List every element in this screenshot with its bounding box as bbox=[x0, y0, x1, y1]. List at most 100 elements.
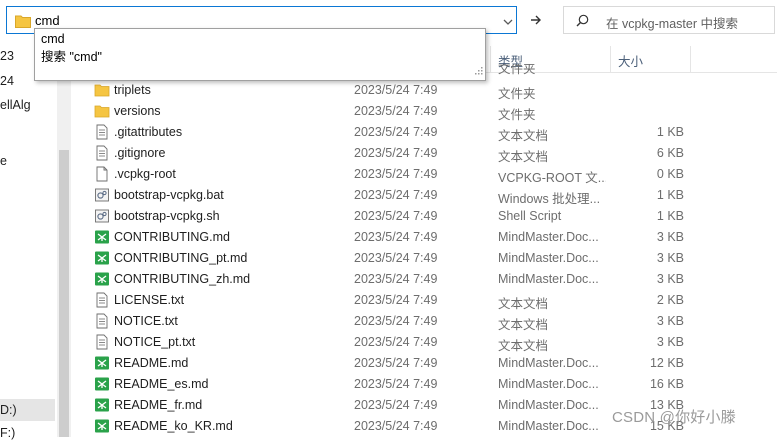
search-placeholder: 在 vcpkg-master 中搜索 bbox=[606, 17, 738, 31]
file-name: CONTRIBUTING.md bbox=[114, 230, 230, 244]
file-size: 0 KB bbox=[656, 167, 684, 181]
file-type: 文本文档 bbox=[498, 339, 549, 353]
folder-icon bbox=[94, 82, 110, 98]
file-date: 2023/5/24 7:49 bbox=[354, 104, 438, 118]
autocomplete-item[interactable]: 搜索 "cmd" bbox=[41, 49, 102, 66]
text-file-icon bbox=[94, 145, 110, 161]
file-date: 2023/5/24 7:49 bbox=[354, 188, 438, 202]
nav-item-drive[interactable]: D:) bbox=[0, 400, 17, 420]
nav-scrollbar-thumb[interactable] bbox=[59, 150, 69, 437]
file-date: 2023/5/24 7:49 bbox=[354, 419, 438, 433]
nav-item[interactable]: ellAlg bbox=[0, 95, 31, 115]
file-size: 3 KB bbox=[656, 335, 684, 349]
file-row[interactable]: bootstrap-vcpkg.sh 2023/5/24 7:49 Shell Sc… bbox=[72, 206, 777, 227]
file-date: 2023/5/24 7:49 bbox=[354, 293, 438, 307]
nav-item-drive[interactable]: F:) bbox=[0, 423, 15, 443]
address-input[interactable] bbox=[35, 11, 475, 29]
file-size: 12 KB bbox=[649, 356, 684, 370]
file-name: README_es.md bbox=[114, 377, 209, 391]
file-row[interactable]: CONTRIBUTING_zh.md 2023/5/24 7:49 MindMast… bbox=[72, 269, 777, 290]
file-type: 文本文档 bbox=[498, 318, 549, 332]
file-type: Shell Script bbox=[498, 209, 562, 223]
file-name: README.md bbox=[114, 356, 189, 370]
mindmaster-file-icon bbox=[94, 397, 110, 413]
text-file-icon bbox=[94, 334, 110, 350]
file-type: MindMaster.Doc... bbox=[498, 377, 599, 391]
file-date: 2023/5/24 7:49 bbox=[354, 251, 438, 265]
file-row[interactable]: triplets 2023/5/24 7:49 文件夹 bbox=[72, 80, 777, 101]
file-name: NOTICE.txt bbox=[114, 314, 178, 328]
file-name: bootstrap-vcpkg.sh bbox=[114, 209, 220, 223]
file-date: 2023/5/24 7:49 bbox=[354, 335, 438, 349]
file-size: 3 KB bbox=[656, 230, 684, 244]
column-separator[interactable] bbox=[690, 46, 691, 72]
file-name: CONTRIBUTING_zh.md bbox=[114, 272, 251, 286]
script-file-icon bbox=[94, 208, 110, 224]
file-row[interactable]: CONTRIBUTING.md 2023/5/24 7:49 MindMaster.… bbox=[72, 227, 777, 248]
file-row[interactable]: README_es.md 2023/5/24 7:49 MindMaster.Doc… bbox=[72, 374, 777, 395]
file-name: README_ko_KR.md bbox=[114, 419, 233, 433]
file-date: 2023/5/24 7:49 bbox=[354, 146, 438, 160]
column-separator[interactable] bbox=[610, 46, 611, 72]
file-date: 2023/5/24 7:49 bbox=[354, 125, 438, 139]
file-type: MindMaster.Doc... bbox=[498, 272, 599, 286]
file-size: 3 KB bbox=[656, 314, 684, 328]
file-row[interactable]: .vcpkg-root 2023/5/24 7:49 VCPKG-ROOT 文...… bbox=[72, 164, 777, 185]
file-type: 文本文档 bbox=[498, 297, 549, 311]
file-name: LICENSE.txt bbox=[114, 293, 185, 307]
file-type: 文本文档 bbox=[498, 150, 549, 164]
file-row[interactable]: .gitattributes 2023/5/24 7:49 文本文档 1 KB bbox=[72, 122, 777, 143]
file-row[interactable]: LICENSE.txt 2023/5/24 7:49 文本文档 2 KB bbox=[72, 290, 777, 311]
file-size: 1 KB bbox=[656, 188, 684, 202]
file-row[interactable]: .gitignore 2023/5/24 7:49 文本文档 6 KB bbox=[72, 143, 777, 164]
mindmaster-file-icon bbox=[94, 250, 110, 266]
file-row[interactable]: bootstrap-vcpkg.bat 2023/5/24 7:49 Windows… bbox=[72, 185, 777, 206]
search-box[interactable]: 在 vcpkg-master 中搜索 bbox=[563, 6, 775, 34]
blank-file-icon bbox=[94, 166, 110, 182]
file-size: 1 KB bbox=[656, 209, 684, 223]
mindmaster-file-icon bbox=[94, 271, 110, 287]
file-type: 文本文档 bbox=[498, 129, 549, 143]
folder-icon bbox=[15, 14, 31, 31]
column-separator[interactable] bbox=[490, 46, 491, 72]
column-size[interactable]: 大小 bbox=[618, 51, 643, 70]
file-date: 2023/5/24 7:49 bbox=[354, 83, 438, 97]
file-type: 文件夹 bbox=[498, 108, 536, 122]
autocomplete-item[interactable]: cmd bbox=[41, 31, 65, 48]
file-type: Windows 批处理... bbox=[498, 192, 601, 206]
file-row[interactable]: versions 2023/5/24 7:49 文件夹 bbox=[72, 101, 777, 122]
file-row[interactable]: CONTRIBUTING_pt.md 2023/5/24 7:49 MindMast… bbox=[72, 248, 777, 269]
file-size: 6 KB bbox=[656, 146, 684, 160]
partial-row-type: 文件夹 bbox=[498, 64, 536, 76]
file-date: 2023/5/24 7:49 bbox=[354, 209, 438, 223]
search-icon bbox=[576, 14, 589, 27]
text-file-icon bbox=[94, 292, 110, 308]
file-size: 16 KB bbox=[649, 377, 684, 391]
navigation-pane: 23 24 ellAlg e D:) F:) bbox=[0, 42, 72, 440]
file-name: CONTRIBUTING_pt.md bbox=[114, 251, 248, 265]
file-name: .gitignore bbox=[114, 146, 166, 160]
nav-item[interactable]: 23 bbox=[0, 46, 14, 66]
nav-item[interactable]: e bbox=[0, 151, 7, 171]
file-date: 2023/5/24 7:49 bbox=[354, 314, 438, 328]
go-button[interactable] bbox=[521, 6, 551, 34]
mindmaster-file-icon bbox=[94, 355, 110, 371]
file-row[interactable]: NOTICE.txt 2023/5/24 7:49 文本文档 3 KB bbox=[72, 311, 777, 332]
mindmaster-file-icon bbox=[94, 376, 110, 392]
file-name: versions bbox=[114, 104, 161, 118]
file-type: 文件夹 bbox=[498, 87, 536, 101]
chevron-down-icon[interactable] bbox=[503, 16, 513, 30]
nav-item[interactable]: 24 bbox=[0, 71, 14, 91]
file-type: MindMaster.Doc... bbox=[498, 398, 599, 412]
file-date: 2023/5/24 7:49 bbox=[354, 167, 438, 181]
file-type: VCPKG-ROOT 文... bbox=[498, 171, 606, 185]
resize-grip-icon[interactable] bbox=[474, 64, 483, 78]
file-row[interactable]: NOTICE_pt.txt 2023/5/24 7:49 文本文档 3 KB bbox=[72, 332, 777, 353]
file-name: NOTICE_pt.txt bbox=[114, 335, 196, 349]
file-type: MindMaster.Doc... bbox=[498, 230, 599, 244]
folder-icon bbox=[94, 103, 110, 119]
file-row[interactable]: README.md 2023/5/24 7:49 MindMaster.Doc...… bbox=[72, 353, 777, 374]
file-type: MindMaster.Doc... bbox=[498, 356, 599, 370]
file-size: 1 KB bbox=[656, 125, 684, 139]
file-date: 2023/5/24 7:49 bbox=[354, 230, 438, 244]
